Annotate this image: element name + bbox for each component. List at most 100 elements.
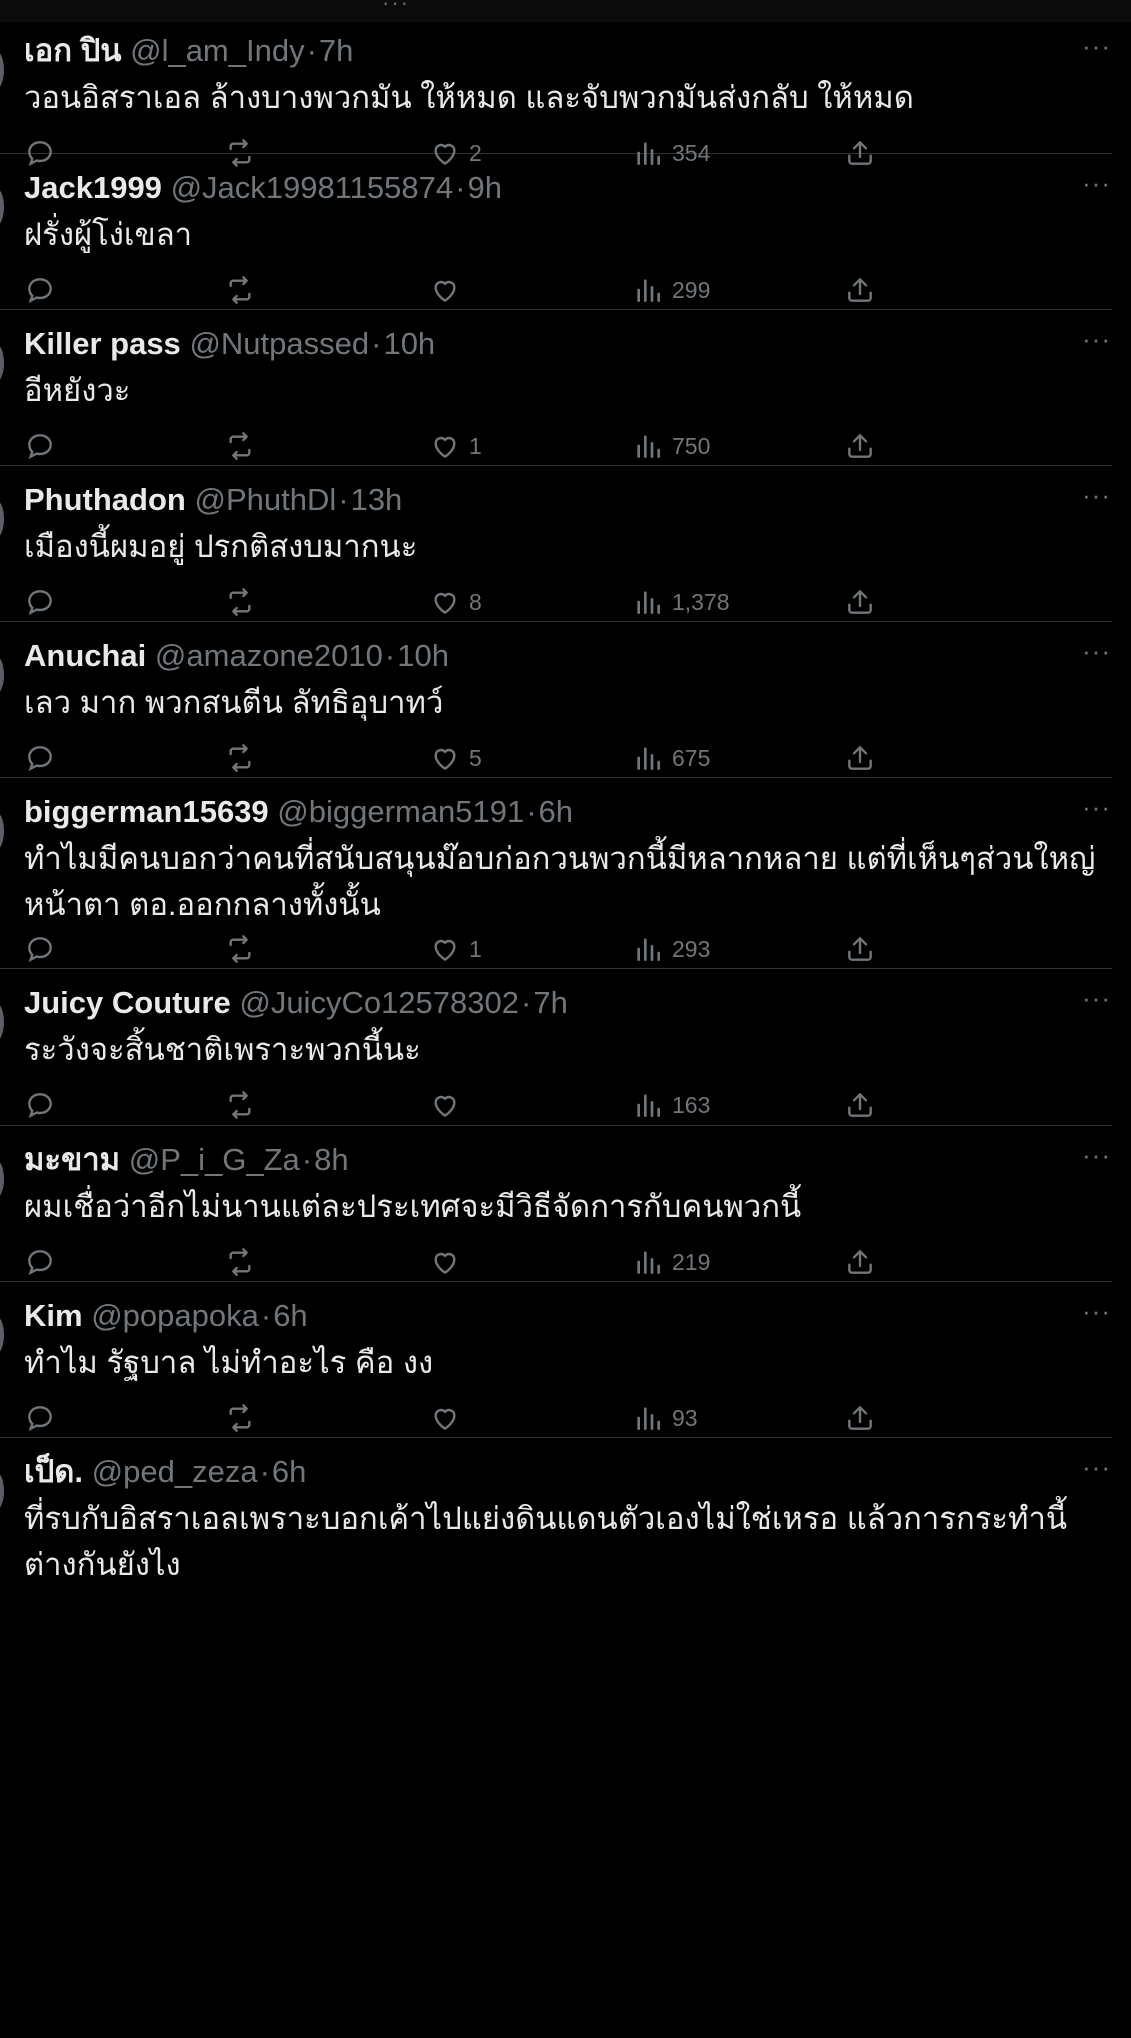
- reply-button[interactable]: [24, 1244, 56, 1280]
- share-button[interactable]: [844, 584, 876, 620]
- user-handle[interactable]: @amazone2010: [155, 638, 383, 673]
- more-options-icon[interactable]: ···: [1082, 33, 1112, 59]
- avatar[interactable]: [0, 1315, 4, 1355]
- more-options-icon[interactable]: ···: [1082, 1298, 1112, 1324]
- retweet-button[interactable]: [224, 584, 256, 620]
- reply-tweet[interactable]: Jack1999 @Jack19981155874·9h ··· ฝรั่งผู้โ…: [0, 154, 1112, 310]
- display-name[interactable]: Kim: [24, 1298, 83, 1333]
- views-button[interactable]: 93: [632, 1400, 698, 1436]
- reply-tweet[interactable]: เอก ปิน @l_am_Indy·7h ··· วอนอิสราเอล ล้าง…: [0, 17, 1112, 167]
- more-options-icon[interactable]: ···: [1082, 638, 1112, 664]
- more-options-icon[interactable]: ···: [1082, 1454, 1112, 1480]
- reply-button[interactable]: [24, 584, 56, 620]
- reply-tweet[interactable]: Anuchai @amazone2010·10h ··· เลว มาก พวกสน…: [0, 622, 1112, 778]
- user-handle[interactable]: @PhuthDl: [194, 482, 336, 517]
- avatar[interactable]: [0, 1471, 4, 1511]
- avatar[interactable]: [0, 811, 4, 851]
- user-handle[interactable]: @P_i_G_Za: [129, 1142, 300, 1177]
- views-button[interactable]: 750: [632, 428, 710, 464]
- display-name[interactable]: biggerman15639: [24, 794, 269, 829]
- reply-tweet[interactable]: Juicy Couture @JuicyCo12578302·7h ··· ระวั…: [0, 969, 1112, 1126]
- timestamp[interactable]: 8h: [314, 1142, 348, 1177]
- display-name[interactable]: Juicy Couture: [24, 985, 231, 1020]
- reply-tweet[interactable]: Phuthadon @PhuthDl·13h ··· เมืองนี้ผมอยู่ …: [0, 466, 1112, 622]
- reply-tweet[interactable]: biggerman15639 @biggerman5191·6h ··· ทำไมม…: [0, 778, 1112, 969]
- avatar[interactable]: [0, 655, 4, 695]
- reply-tweet[interactable]: Kim @popapoka·6h ··· ทำไม รัฐบาล ไม่ทำอะไร…: [0, 1282, 1112, 1438]
- retweet-button[interactable]: [224, 931, 256, 967]
- views-button[interactable]: 293: [632, 931, 710, 967]
- user-handle[interactable]: @JuicyCo12578302: [239, 985, 519, 1020]
- user-handle[interactable]: @Nutpassed: [189, 326, 369, 361]
- more-options-icon[interactable]: ···: [1082, 482, 1112, 508]
- share-button[interactable]: [844, 1244, 876, 1280]
- display-name[interactable]: เป็ด.: [24, 1454, 83, 1489]
- avatar[interactable]: [0, 343, 4, 383]
- timestamp[interactable]: 6h: [272, 1454, 306, 1489]
- views-button[interactable]: 675: [632, 740, 710, 776]
- display-name[interactable]: Phuthadon: [24, 482, 186, 517]
- user-handle[interactable]: @biggerman5191: [277, 794, 524, 829]
- more-options-icon[interactable]: ···: [1082, 1142, 1112, 1168]
- like-button[interactable]: 1: [429, 428, 482, 464]
- share-button[interactable]: [844, 1087, 876, 1123]
- retweet-button[interactable]: [224, 1244, 256, 1280]
- like-button[interactable]: [429, 1400, 469, 1436]
- timestamp[interactable]: 9h: [467, 170, 501, 205]
- views-button[interactable]: 299: [632, 272, 710, 308]
- reply-button[interactable]: [24, 931, 56, 967]
- timestamp[interactable]: 7h: [319, 33, 353, 68]
- timestamp[interactable]: 10h: [383, 326, 435, 361]
- retweet-button[interactable]: [224, 1400, 256, 1436]
- like-button[interactable]: 8: [429, 584, 482, 620]
- timestamp[interactable]: 7h: [533, 985, 567, 1020]
- more-options-icon[interactable]: ···: [1082, 794, 1112, 820]
- reply-button[interactable]: [24, 272, 56, 308]
- share-button[interactable]: [844, 272, 876, 308]
- user-handle[interactable]: @ped_zeza: [92, 1454, 258, 1489]
- views-button[interactable]: 219: [632, 1244, 710, 1280]
- like-button[interactable]: [429, 1087, 469, 1123]
- more-options-icon[interactable]: ···: [1082, 326, 1112, 352]
- timestamp[interactable]: 6h: [273, 1298, 307, 1333]
- display-name[interactable]: Killer pass: [24, 326, 181, 361]
- more-options-icon[interactable]: ···: [1082, 170, 1112, 196]
- avatar[interactable]: [0, 1159, 4, 1199]
- reply-button[interactable]: [24, 428, 56, 464]
- reply-tweet[interactable]: เป็ด. @ped_zeza·6h ··· ที่รบกับอิสราเอลเพร…: [0, 1438, 1112, 2038]
- views-button[interactable]: 163: [632, 1087, 710, 1123]
- reply-tweet[interactable]: มะขาม @P_i_G_Za·8h ··· ผมเชื่อว่าอีกไม่นาน…: [0, 1126, 1112, 1282]
- retweet-button[interactable]: [224, 1087, 256, 1123]
- retweet-button[interactable]: [224, 272, 256, 308]
- user-handle[interactable]: @l_am_Indy: [130, 33, 305, 68]
- display-name[interactable]: เอก ปิน: [24, 33, 121, 68]
- avatar[interactable]: [0, 187, 4, 227]
- share-button[interactable]: [844, 428, 876, 464]
- user-handle[interactable]: @Jack19981155874: [171, 170, 454, 205]
- share-button[interactable]: [844, 931, 876, 967]
- like-button[interactable]: [429, 1244, 469, 1280]
- like-button[interactable]: [429, 272, 469, 308]
- retweet-button[interactable]: [224, 740, 256, 776]
- avatar[interactable]: [0, 50, 4, 90]
- user-handle[interactable]: @popapoka: [91, 1298, 259, 1333]
- more-options-icon[interactable]: ···: [1082, 985, 1112, 1011]
- timestamp[interactable]: 10h: [397, 638, 449, 673]
- avatar[interactable]: [0, 499, 4, 539]
- display-name[interactable]: มะขาม: [24, 1142, 120, 1177]
- reply-button[interactable]: [24, 1087, 56, 1123]
- reply-button[interactable]: [24, 1400, 56, 1436]
- reply-button[interactable]: [24, 740, 56, 776]
- display-name[interactable]: Anuchai: [24, 638, 146, 673]
- scroll-up-icon[interactable]: ⌃: [1107, 0, 1121, 10]
- views-button[interactable]: 1,378: [632, 584, 730, 620]
- timestamp[interactable]: 13h: [351, 482, 403, 517]
- timestamp[interactable]: 6h: [539, 794, 573, 829]
- reply-tweet[interactable]: Killer pass @Nutpassed·10h ··· อีหยังวะ 1 75…: [0, 310, 1112, 466]
- avatar[interactable]: [0, 1002, 4, 1042]
- display-name[interactable]: Jack1999: [24, 170, 162, 205]
- share-button[interactable]: [844, 1400, 876, 1436]
- like-button[interactable]: 5: [429, 740, 482, 776]
- retweet-button[interactable]: [224, 428, 256, 464]
- share-button[interactable]: [844, 740, 876, 776]
